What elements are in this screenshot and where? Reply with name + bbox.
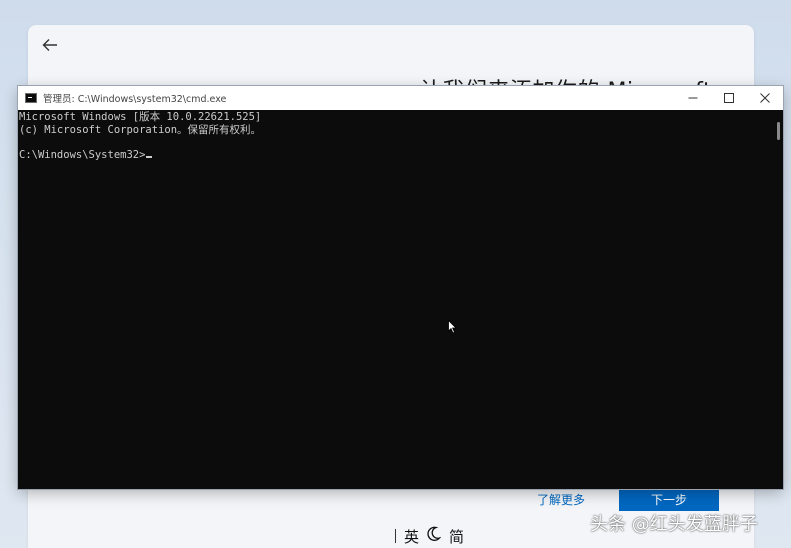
console-line: (c) Microsoft Corporation。保留所有权利。 bbox=[19, 123, 262, 136]
cmd-titlebar[interactable]: 管理员: C:\Windows\system32\cmd.exe bbox=[18, 86, 783, 110]
console-line: Microsoft Windows [版本 10.0.22621.525] bbox=[19, 111, 262, 123]
ime-language-toggle[interactable]: 英 bbox=[404, 526, 419, 547]
ime-script-toggle[interactable]: 简 bbox=[449, 526, 464, 547]
console-scrollbar[interactable] bbox=[775, 110, 783, 489]
minimize-button[interactable] bbox=[675, 86, 711, 110]
text-cursor bbox=[146, 155, 153, 158]
cmd-app-icon bbox=[25, 93, 37, 103]
ime-separator bbox=[395, 529, 396, 543]
maximize-icon bbox=[724, 93, 734, 103]
ime-mode-button[interactable] bbox=[427, 526, 442, 546]
scrollbar-thumb[interactable] bbox=[777, 122, 780, 140]
close-icon bbox=[760, 93, 770, 103]
learn-more-link[interactable]: 了解更多 bbox=[537, 491, 585, 508]
cmd-window-title: 管理员: C:\Windows\system32\cmd.exe bbox=[43, 94, 227, 105]
close-button[interactable] bbox=[747, 86, 783, 110]
watermark: 头条 @红头发蓝胖子 bbox=[590, 514, 758, 535]
mouse-pointer-icon bbox=[448, 320, 457, 334]
desktop-background: 让我们来添加你的 Microsoft 了解更多 下一步 管理员: C:\Wind… bbox=[0, 0, 791, 548]
console-prompt-line[interactable]: C:\Windows\System32> bbox=[19, 149, 775, 162]
next-button[interactable]: 下一步 bbox=[619, 487, 719, 511]
moon-icon bbox=[427, 526, 442, 541]
console-output[interactable]: Microsoft Windows [版本 10.0.22621.525] (c… bbox=[18, 110, 775, 489]
cmd-window[interactable]: 管理员: C:\Windows\system32\cmd.exe Microso… bbox=[18, 86, 783, 489]
arrow-left-icon bbox=[42, 39, 57, 51]
minimize-icon bbox=[688, 97, 698, 99]
maximize-button[interactable] bbox=[711, 86, 747, 110]
console-prompt: C:\Windows\System32> bbox=[19, 148, 146, 161]
back-button[interactable] bbox=[38, 35, 62, 55]
window-controls bbox=[675, 86, 783, 110]
ime-toolbar: 英 简 bbox=[389, 524, 479, 548]
